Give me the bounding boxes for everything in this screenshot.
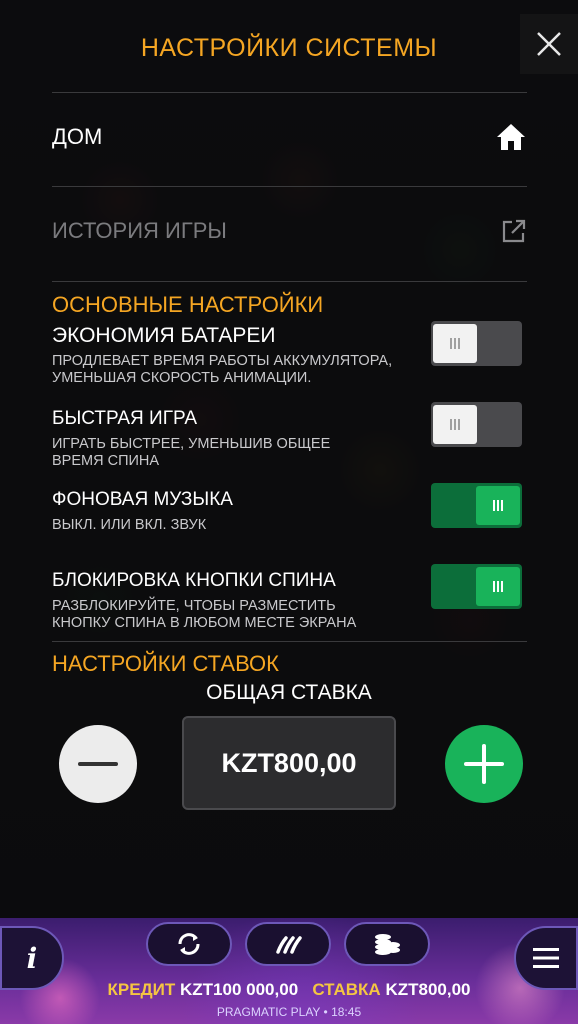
- increase-bet-button[interactable]: [445, 725, 523, 803]
- balance-line: КРЕДИТ KZT100 000,00 СТАВКА KZT800,00: [0, 980, 578, 1000]
- toggle-knob: [476, 567, 520, 606]
- divider: [52, 186, 527, 187]
- setting-name: БЫСТРАЯ ИГРА: [52, 408, 198, 429]
- setting-description: РАЗБЛОКИРУЙТЕ, ЧТОБЫ РАЗМЕСТИТЬ КНОПКУ С…: [52, 598, 357, 631]
- setting-name: ЭКОНОМИЯ БАТАРЕИ: [52, 324, 276, 347]
- setting-description: ПРОДЛЕВАЕТ ВРЕМЯ РАБОТЫ АККУМУЛЯТОРА, УМ…: [52, 353, 393, 386]
- divider: [52, 641, 527, 642]
- close-button[interactable]: [520, 14, 578, 74]
- decrease-bet-button[interactable]: [59, 725, 137, 803]
- divider: [52, 281, 527, 282]
- total-bet-label: ОБЩАЯ СТАВКА: [206, 681, 372, 704]
- setting-description: ИГРАТЬ БЫСТРЕЕ, УМЕНЬШИВ ОБЩЕЕ ВРЕМЯ СПИ…: [52, 436, 331, 469]
- close-icon: [537, 32, 561, 56]
- setting-name: БЛОКИРОВКА КНОПКИ СПИНА: [52, 570, 336, 591]
- credit-value: KZT100 000,00: [180, 980, 299, 999]
- autoplay-button[interactable]: [146, 922, 232, 966]
- info-icon: i: [26, 941, 38, 975]
- coins-icon: [375, 934, 400, 955]
- bet-label: СТАВКА: [312, 980, 381, 999]
- hamburger-menu-icon: [533, 948, 559, 968]
- home-icon: [497, 124, 525, 150]
- bet-coins-button[interactable]: [344, 922, 430, 966]
- spin-button-lock-toggle[interactable]: [431, 564, 522, 609]
- setting-battery-saver: ЭКОНОМИЯ БАТАРЕИ ПРОДЛЕВАЕТ ВРЕМЯ РАБОТЫ…: [52, 325, 432, 387]
- toggle-knob: [476, 486, 520, 525]
- divider: [52, 92, 527, 93]
- menu-item-history[interactable]: ИСТОРИЯ ИГРЫ: [52, 211, 527, 251]
- minus-icon: [78, 762, 118, 766]
- credit-label: КРЕДИТ: [107, 980, 176, 999]
- turbo-button[interactable]: [245, 922, 331, 966]
- brand-and-clock: PRAGMATIC PLAY • 18:45: [216, 1005, 362, 1019]
- total-bet-value: KZT800,00: [182, 716, 396, 810]
- section-title-main: ОСНОВНЫЕ НАСТРОЙКИ: [52, 292, 324, 317]
- menu-item-home[interactable]: ДОМ: [52, 117, 527, 157]
- page-title: НАСТРОЙКИ СИСТЕМЫ: [140, 34, 438, 62]
- turbo-icon: [276, 936, 302, 954]
- setting-name: ФОНОВАЯ МУЗЫКА: [52, 489, 233, 510]
- setting-spin-button-lock: БЛОКИРОВКА КНОПКИ СПИНА РАЗБЛОКИРУЙТЕ, Ч…: [52, 570, 432, 632]
- setting-background-music: ФОНОВАЯ МУЗЫКА ВЫКЛ. ИЛИ ВКЛ. ЗВУК: [52, 489, 432, 534]
- plus-icon: [464, 744, 504, 784]
- setting-description: ВЫКЛ. ИЛИ ВКЛ. ЗВУК: [52, 517, 207, 533]
- external-link-icon: [502, 219, 526, 243]
- battery-saver-toggle[interactable]: [431, 321, 522, 366]
- quick-spin-toggle[interactable]: [431, 402, 522, 447]
- bet-value: KZT800,00: [385, 980, 471, 999]
- home-label: ДОМ: [52, 124, 103, 149]
- setting-quick-spin: БЫСТРАЯ ИГРА ИГРАТЬ БЫСТРЕЕ, УМЕНЬШИВ ОБ…: [52, 408, 432, 470]
- history-label: ИСТОРИЯ ИГРЫ: [52, 218, 227, 243]
- toggle-knob: [433, 405, 477, 444]
- autoplay-icon: [178, 933, 200, 955]
- toggle-knob: [433, 324, 477, 363]
- section-title-bet: НАСТРОЙКИ СТАВОК: [52, 651, 279, 676]
- background-music-toggle[interactable]: [431, 483, 522, 528]
